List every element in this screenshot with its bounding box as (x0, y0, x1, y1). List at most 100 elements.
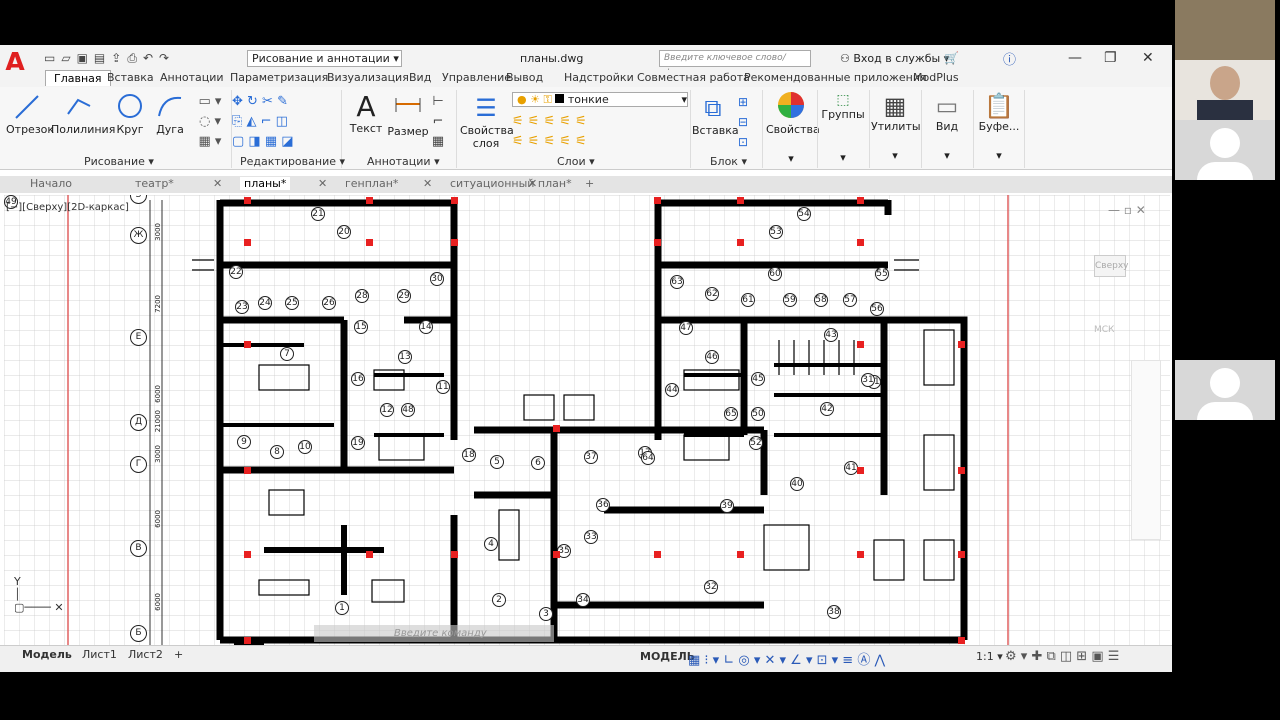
layer-dropdown[interactable]: ● ☀ ⚿ тонкие ▾ (512, 92, 688, 107)
room-tag: 61 (741, 293, 755, 307)
room-tag: 6 (531, 456, 545, 470)
new-file-icon[interactable]: ▭ (44, 51, 55, 65)
group-modify[interactable]: Редактирование ▾ (240, 155, 345, 168)
clipboard-icon: 📋 (984, 92, 1014, 120)
search-input[interactable]: Введите ключевое слово/фразу (659, 50, 811, 78)
command-line[interactable]: Введите команду (314, 625, 554, 642)
close-button[interactable]: ✕ (1142, 50, 1154, 66)
document-tab[interactable]: театр* (135, 177, 174, 190)
undo-icon[interactable]: ↶ (143, 51, 153, 65)
room-tag: 36 (596, 498, 610, 512)
scale-select[interactable]: 1:1 ▾ (976, 650, 1003, 663)
cart-icon[interactable]: 🛒 (944, 51, 959, 65)
viewport-controls[interactable]: — ▫ ✕ (1108, 203, 1146, 217)
room-tag: 5 (490, 455, 504, 469)
room-tag: 55 (875, 267, 889, 281)
drawing-canvas[interactable]: З Ж Е Д Г В Б 3000 7200 6000 21000 3000 6000 6000 21 2… (4, 195, 1170, 645)
print-icon[interactable]: ⎙ (127, 51, 137, 66)
workspace-label: Рисование и аннотации (252, 52, 390, 65)
dimension-text: 21000 (154, 410, 162, 433)
arc-icon (158, 96, 182, 117)
block-extra-tools[interactable]: ⊞ ⊟ ⊡ (734, 92, 752, 152)
circle-tool[interactable]: Круг (112, 92, 148, 136)
polyline-tool[interactable]: Полилиния (51, 92, 115, 136)
layout-tab[interactable]: Лист2 (128, 648, 163, 661)
save-as-icon[interactable]: ▤ (94, 51, 105, 65)
room-tag: 28 (355, 289, 369, 303)
layer-tools[interactable]: ⚟ ⚟ ⚟ ⚟ ⚟ ⚟ ⚟ ⚟ ⚟ ⚟ (512, 112, 632, 152)
draw-extra-tools[interactable]: ▭ ▾ ◌ ▾ ▦ ▾ (190, 92, 230, 152)
layer-properties-tool[interactable]: ☰ Свойства слоя (460, 92, 514, 150)
status-tools-right[interactable]: ⚙ ▾ ✚ ⧉ ◫ ⊞ ▣ ☰ (1005, 649, 1119, 664)
text-tool[interactable]: A Текст (346, 92, 386, 136)
help-icon[interactable]: ⓘ (1003, 49, 1016, 68)
document-tab[interactable]: генплан* (345, 177, 398, 190)
participant-avatar-1[interactable] (1175, 120, 1275, 180)
room-tag: 24 (258, 296, 272, 310)
save-icon[interactable]: ▣ (77, 51, 88, 65)
room-tag: 47 (679, 321, 693, 335)
column-marker (857, 239, 864, 246)
ribbon-tab-bar: Главная Вставка Аннотации Параметризация Виз… (0, 70, 1172, 87)
restore-button[interactable]: ❐ (1104, 50, 1117, 66)
column-marker (958, 341, 965, 348)
line-tool[interactable]: Отрезок (6, 92, 54, 136)
dimension-text: 6000 (154, 385, 162, 403)
group-layers[interactable]: Слои ▾ (557, 155, 595, 168)
close-tab-icon[interactable]: ✕ (423, 177, 432, 190)
export-icon[interactable]: ⇪ (111, 51, 121, 65)
viewcube[interactable]: Сверху (1094, 255, 1129, 277)
minimize-button[interactable]: — (1068, 50, 1082, 66)
status-tools[interactable]: ▦ ⁝ ▾ ∟ ◎ ▾ ✕ ▾ ∠ ▾ ⊡ ▾ ≡ Ⓐ ⋀ (688, 649, 885, 668)
room-tag: 2 (492, 593, 506, 607)
viewport-label[interactable]: [−][Сверху][2D-каркас] (6, 202, 129, 213)
redo-icon[interactable]: ↷ (159, 51, 169, 65)
arc-tool[interactable]: Дуга (152, 92, 188, 136)
ribbon-tab[interactable]: ModPlus (905, 70, 967, 85)
utilities-tool[interactable]: ▦ Утилиты ▾ (871, 92, 921, 162)
separator (690, 90, 691, 168)
layout-tab[interactable]: Модель (22, 648, 72, 661)
avatar-body (1197, 162, 1253, 180)
workspace-select[interactable]: Рисование и аннотации ▾ (247, 50, 402, 67)
signin-button[interactable]: ⚇ Вход в службы ▾ (840, 52, 949, 65)
group-block[interactable]: Блок ▾ (710, 155, 747, 168)
close-tab-icon[interactable]: ✕ (318, 177, 327, 190)
document-tab[interactable]: планы* (240, 177, 291, 190)
column-marker (958, 551, 965, 558)
column-marker (244, 239, 251, 246)
ribbon-tab[interactable]: Вывод (498, 70, 551, 85)
close-tab-icon[interactable]: ✕ (213, 177, 222, 190)
participant-video-2[interactable] (1175, 60, 1275, 120)
layout-tab[interactable]: Лист1 (82, 648, 117, 661)
document-tab[interactable]: ситуационный план* (450, 177, 572, 190)
groups-tool[interactable]: ⬚ Группы ▾ (819, 92, 867, 164)
separator (456, 90, 457, 168)
add-layout-button[interactable]: + (174, 648, 183, 661)
dimension-text: 7200 (154, 295, 162, 313)
group-annotation[interactable]: Аннотации ▾ (367, 155, 440, 168)
chevron-down-icon: ▾ (892, 149, 898, 162)
wcs-menu[interactable]: МСК (1094, 325, 1114, 335)
new-tab-button[interactable]: + (585, 177, 594, 190)
close-tab-icon[interactable]: ✕ (528, 177, 537, 190)
ribbon-tab[interactable]: Аннотации (152, 70, 232, 85)
annotation-extra-tools[interactable]: ⊢ ⌐ ▦ (428, 92, 448, 152)
insert-tool[interactable]: ⧉ Вставка (692, 92, 739, 137)
room-tag: 34 (576, 593, 590, 607)
room-tag: 1 (335, 601, 349, 615)
document-tab[interactable]: Начало (30, 177, 72, 190)
navigation-bar[interactable] (1131, 360, 1161, 540)
open-icon[interactable]: ▱ (61, 51, 70, 65)
group-draw[interactable]: Рисование ▾ (84, 155, 154, 168)
avatar-body (1197, 402, 1253, 420)
participant-video-1[interactable] (1175, 0, 1275, 60)
view-tool[interactable]: ▭ Вид ▾ (923, 92, 971, 162)
modify-tools[interactable]: ✥ ↻ ✂ ✎ ⎘ ◭ ⌐ ◫ ▢ ◨ ▦ ◪ (232, 92, 337, 152)
dimension-tool[interactable]: Размер (386, 92, 430, 138)
properties-tool[interactable]: Свойства ▾ (766, 90, 820, 165)
model-space-toggle[interactable]: МОДЕЛЬ (640, 650, 695, 663)
participant-avatar-2[interactable] (1175, 360, 1275, 420)
quick-access-toolbar[interactable]: ▭ ▱ ▣ ▤ ⇪ ⎙ ↶ ↷ (44, 50, 169, 66)
clipboard-tool[interactable]: 📋 Буфе... ▾ (975, 92, 1023, 162)
